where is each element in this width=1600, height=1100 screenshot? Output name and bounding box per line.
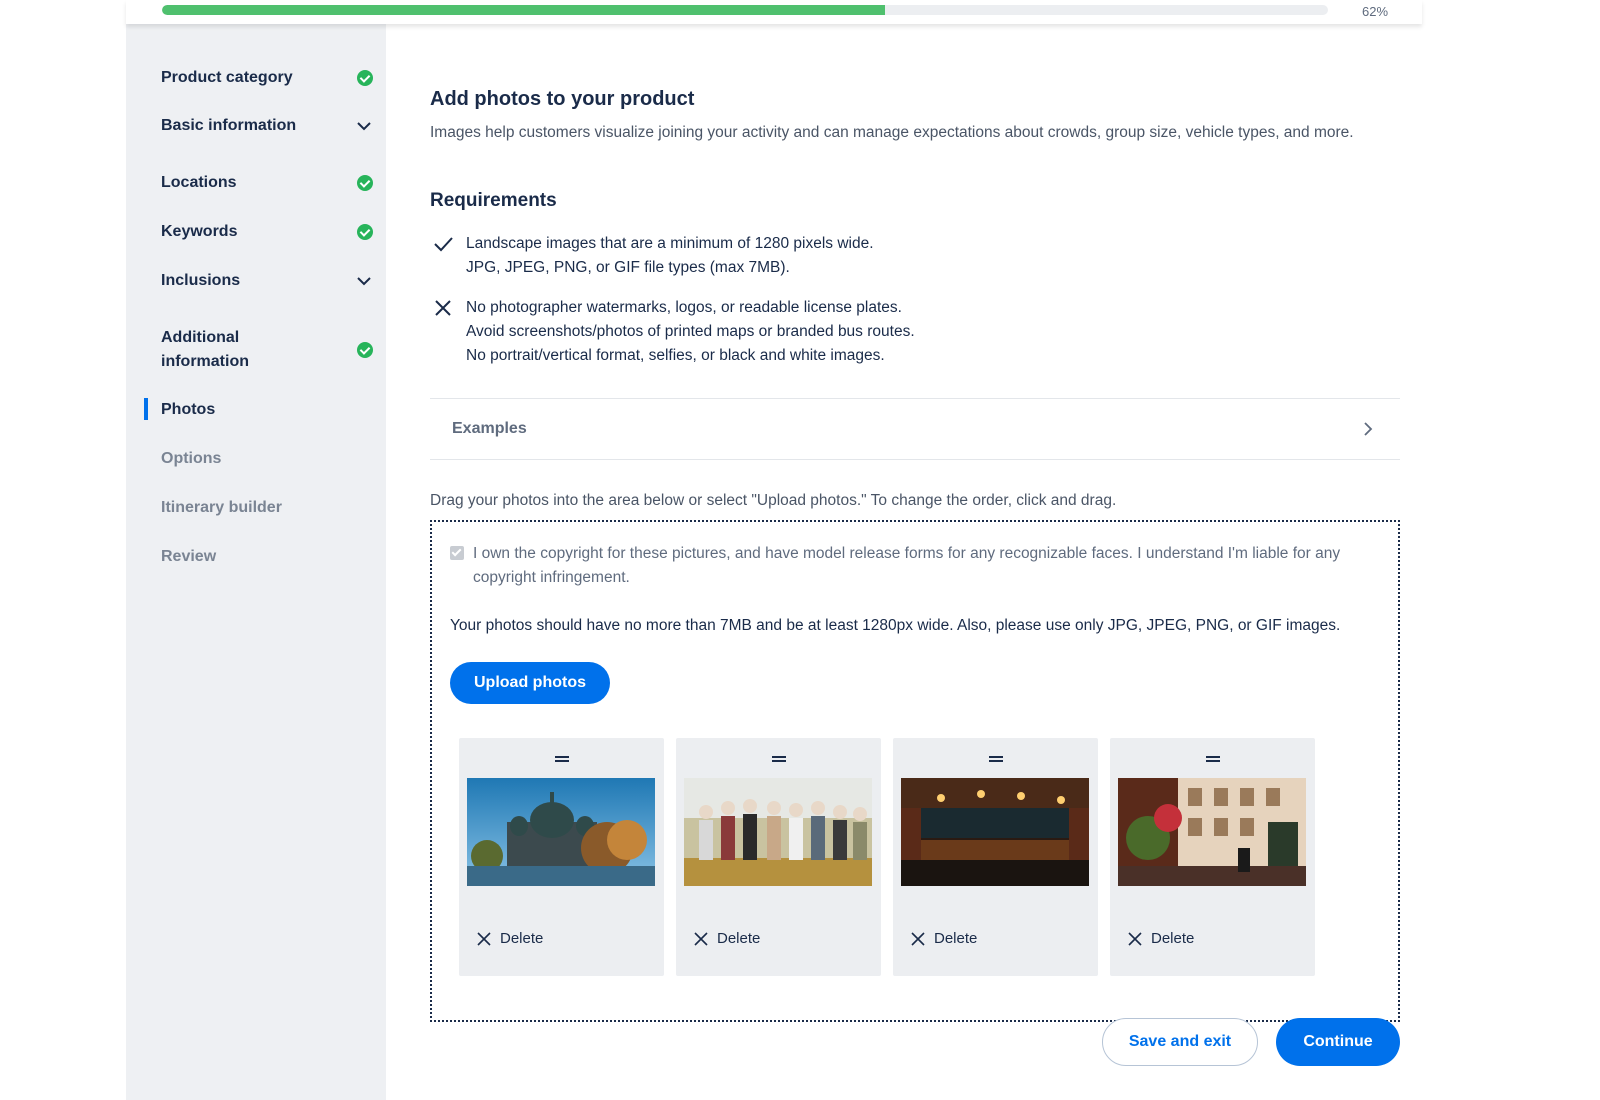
sidebar-item-label: Basic information <box>161 117 297 134</box>
progress-header: 62% <box>126 0 1422 24</box>
drag-hint: Drag your photos into the area below or … <box>430 492 1117 509</box>
photo-thumbnail-bar <box>901 778 1089 886</box>
delete-label: Delete <box>717 930 761 947</box>
drag-handle-icon[interactable] <box>555 756 569 762</box>
examples-label: Examples <box>452 420 527 437</box>
requirement-allowed: Landscape images that are a minimum of 1… <box>430 232 874 280</box>
sidebar-item-review[interactable]: Review <box>161 545 373 569</box>
sidebar-item-label: Product category <box>161 69 293 86</box>
drag-handle-icon[interactable] <box>772 756 786 762</box>
sidebar-item-product-category[interactable]: Product category <box>161 66 373 90</box>
drag-handle-icon[interactable] <box>989 756 1003 762</box>
x-icon <box>435 300 451 316</box>
photo-tile[interactable]: Delete <box>676 738 881 976</box>
sidebar-item-locations[interactable]: Locations <box>161 171 373 195</box>
photo-thumbnail-cathedral <box>467 778 655 886</box>
close-icon <box>694 931 708 946</box>
sidebar-item-label: Options <box>161 450 222 467</box>
active-indicator <box>144 398 148 420</box>
check-circle-icon <box>357 70 373 86</box>
continue-button[interactable]: Continue <box>1276 1018 1400 1066</box>
sidebar-item-photos[interactable]: Photos <box>144 398 373 422</box>
photo-tile[interactable]: Delete <box>459 738 664 976</box>
chevron-right-icon <box>1364 422 1373 436</box>
photo-thumbnail-group <box>684 778 872 886</box>
requirement-line: Landscape images that are a minimum of 1… <box>466 235 874 252</box>
sidebar-item-additional-information[interactable]: Additional information <box>161 326 373 374</box>
sidebar-item-keywords[interactable]: Keywords <box>161 220 373 244</box>
check-circle-icon <box>357 175 373 191</box>
sidebar-item-options[interactable]: Options <box>161 447 373 471</box>
requirement-line: JPG, JPEG, PNG, or GIF file types (max 7… <box>466 259 790 276</box>
delete-photo-button[interactable]: Delete <box>1128 930 1194 947</box>
delete-label: Delete <box>500 930 544 947</box>
check-circle-icon <box>357 224 373 240</box>
progress-percent: 62% <box>1362 4 1389 19</box>
page-description: Images help customers visualize joining … <box>430 124 1354 141</box>
sidebar-item-label: Itinerary builder <box>161 499 282 516</box>
copyright-consent: I own the copyright for these pictures, … <box>450 542 1370 590</box>
photo-dropzone[interactable]: I own the copyright for these pictures, … <box>430 520 1400 1022</box>
requirement-disallowed: No photographer watermarks, logos, or re… <box>430 296 915 368</box>
delete-photo-button[interactable]: Delete <box>477 930 543 947</box>
requirement-line: No photographer watermarks, logos, or re… <box>466 299 902 316</box>
sidebar-item-label: Additional information <box>161 329 249 370</box>
progress-track <box>162 5 1328 15</box>
sidebar-item-label: Locations <box>161 174 237 191</box>
page-title: Add photos to your product <box>430 88 695 110</box>
copyright-checkbox[interactable] <box>450 546 464 560</box>
close-icon <box>1128 931 1142 946</box>
requirement-line: No portrait/vertical format, selfies, or… <box>466 347 885 364</box>
close-icon <box>911 931 925 946</box>
sidebar-item-itinerary-builder[interactable]: Itinerary builder <box>161 496 373 520</box>
sidebar-item-label: Photos <box>161 401 216 418</box>
sidebar-item-label: Inclusions <box>161 272 241 289</box>
sidebar: Product category Basic information Locat… <box>126 24 386 1100</box>
copyright-consent-text: I own the copyright for these pictures, … <box>473 545 1341 586</box>
requirement-disallowed-text: No photographer watermarks, logos, or re… <box>466 296 915 368</box>
sidebar-item-label: Keywords <box>161 223 238 240</box>
delete-label: Delete <box>934 930 978 947</box>
checkmark-icon <box>434 237 453 252</box>
requirement-allowed-text: Landscape images that are a minimum of 1… <box>466 232 874 280</box>
photo-thumbnail-cafe <box>1118 778 1306 886</box>
photo-tile[interactable]: Delete <box>893 738 1098 976</box>
save-and-exit-button[interactable]: Save and exit <box>1102 1018 1258 1066</box>
delete-photo-button[interactable]: Delete <box>694 930 760 947</box>
chevron-down-icon[interactable] <box>355 272 373 290</box>
sidebar-item-inclusions[interactable]: Inclusions <box>161 269 373 293</box>
close-icon <box>477 931 491 946</box>
sidebar-item-label: Review <box>161 548 217 565</box>
drag-handle-icon[interactable] <box>1206 756 1220 762</box>
sidebar-item-basic-information[interactable]: Basic information <box>161 114 373 138</box>
chevron-down-icon[interactable] <box>355 117 373 135</box>
requirements-title: Requirements <box>430 190 557 211</box>
requirement-line: Avoid screenshots/photos of printed maps… <box>466 323 915 340</box>
delete-photo-button[interactable]: Delete <box>911 930 977 947</box>
progress-fill <box>162 5 885 15</box>
file-requirements-note: Your photos should have no more than 7MB… <box>450 617 1341 634</box>
delete-label: Delete <box>1151 930 1195 947</box>
check-circle-icon <box>357 342 373 358</box>
upload-photos-button[interactable]: Upload photos <box>450 662 610 704</box>
examples-accordion[interactable]: Examples <box>430 398 1400 460</box>
photo-tile[interactable]: Delete <box>1110 738 1315 976</box>
